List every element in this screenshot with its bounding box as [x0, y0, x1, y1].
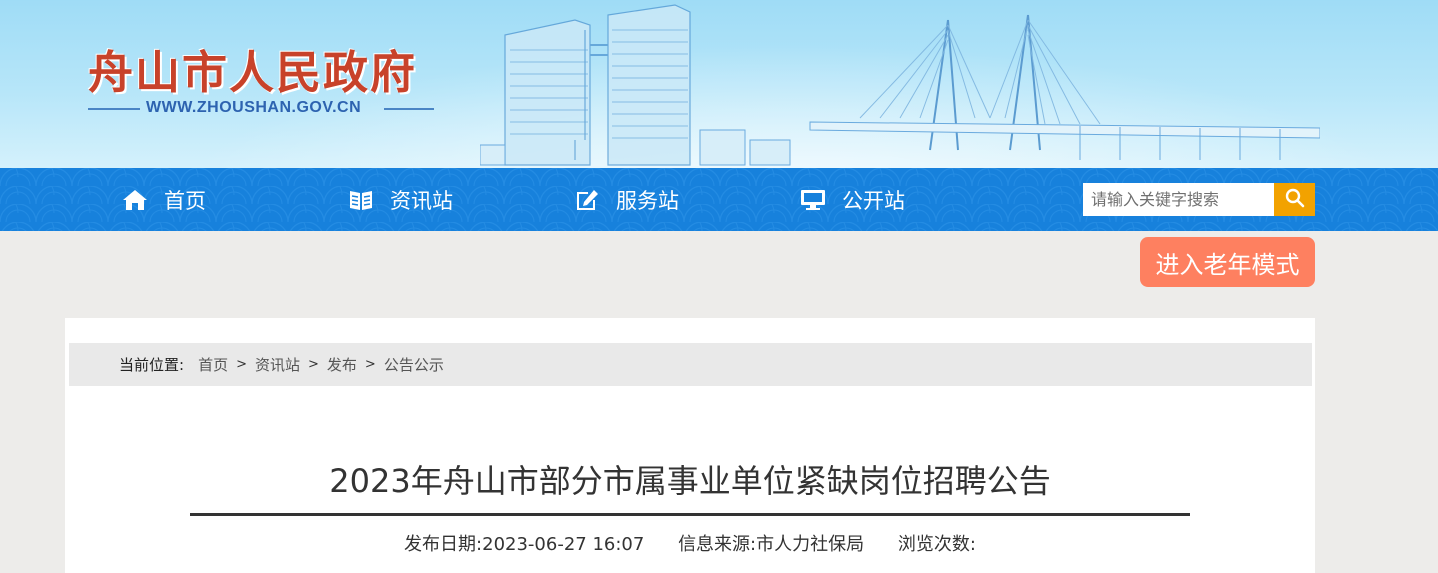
site-url-block: WWW.ZHOUSHAN.GOV.CN [88, 97, 434, 121]
elder-mode-button[interactable]: 进入老年模式 [1140, 237, 1315, 287]
meta-views-label: 浏览次数: [897, 534, 976, 555]
search-input[interactable] [1083, 183, 1274, 216]
breadcrumb-separator: > [236, 357, 247, 372]
url-divider-left [88, 108, 140, 110]
site-banner: 舟山市人民政府 WWW.ZHOUSHAN.GOV.CN [0, 0, 1438, 168]
nav-label-news: 资讯站 [390, 188, 453, 213]
meta-date-value: 2023-06-27 16:07 [482, 534, 645, 555]
news-icon [348, 187, 374, 213]
nav-item-open[interactable]: 公开站 [800, 168, 905, 231]
article-title: 2023年舟山市部分市属事业单位紧缺岗位招聘公告 [329, 462, 1051, 500]
search-icon [1285, 188, 1305, 212]
meta-date-label: 发布日期: [404, 534, 483, 555]
monitor-icon [800, 187, 826, 213]
article-panel: 当前位置: 首页 > 资讯站 > 发布 > 公告公示 2023年舟山市部分市属事… [65, 318, 1315, 573]
search-box [1083, 183, 1315, 216]
site-url: WWW.ZHOUSHAN.GOV.CN [146, 99, 362, 116]
url-divider-right [384, 108, 434, 110]
breadcrumb-home[interactable]: 首页 [198, 354, 228, 375]
breadcrumb-announcements[interactable]: 公告公示 [384, 354, 444, 375]
meta-source-label: 信息来源: [678, 534, 757, 555]
site-logo-text: 舟山市人民政府 [88, 46, 418, 99]
meta-source-value: 市人力社保局 [756, 534, 865, 555]
meta-date: 发布日期:2023-06-27 16:07 [404, 534, 644, 555]
meta-source: 信息来源:市人力社保局 [678, 534, 864, 555]
search-button[interactable] [1274, 183, 1315, 216]
home-icon [122, 187, 148, 213]
edit-icon [574, 187, 600, 213]
city-skyline-illustration [480, 4, 1320, 166]
breadcrumb-separator: > [364, 357, 376, 372]
breadcrumb-publish[interactable]: 发布 [327, 354, 357, 375]
breadcrumb-title: 当前位置: [119, 356, 185, 374]
nav-item-service[interactable]: 服务站 [574, 168, 679, 231]
breadcrumb-separator: > [308, 357, 319, 372]
meta-views: 浏览次数: [898, 534, 976, 555]
title-divider [190, 513, 1190, 516]
nav-label-service: 服务站 [616, 188, 679, 213]
article-meta: 发布日期:2023-06-27 16:07 信息来源:市人力社保局 浏览次数: [190, 530, 1190, 556]
nav-item-news[interactable]: 资讯站 [348, 168, 453, 231]
nav-label-open: 公开站 [842, 188, 905, 213]
nav-label-home: 首页 [164, 188, 206, 213]
breadcrumb-news[interactable]: 资讯站 [255, 354, 300, 375]
nav-item-home[interactable]: 首页 [122, 168, 206, 231]
breadcrumb: 当前位置: 首页 > 资讯站 > 发布 > 公告公示 [69, 343, 1312, 386]
